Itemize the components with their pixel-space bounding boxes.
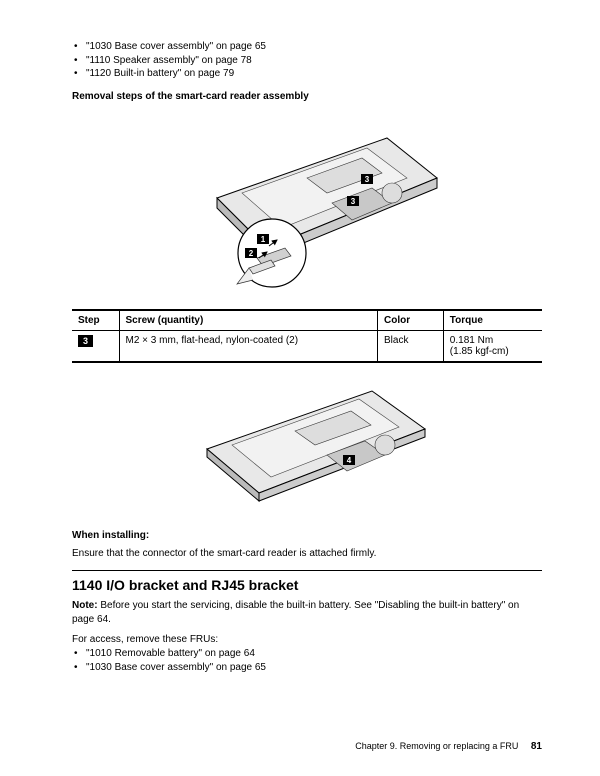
section-title-1140: 1140 I/O bracket and RJ45 bracket bbox=[72, 577, 542, 593]
th-color: Color bbox=[378, 310, 444, 331]
list-item: "1030 Base cover assembly" on page 65 bbox=[86, 661, 542, 675]
ref-text: "1030 Base cover assembly" on page 65 bbox=[86, 41, 266, 52]
ref-text: "1010 Removable battery" on page 64 bbox=[86, 648, 255, 659]
td-screw: M2 × 3 mm, flat-head, nylon-coated (2) bbox=[119, 330, 378, 362]
access-fru-list: "1010 Removable battery" on page 64 "103… bbox=[72, 647, 542, 674]
callout-4: 4 bbox=[347, 456, 352, 465]
laptop-chassis-illustration: 3 3 1 2 bbox=[157, 108, 457, 298]
list-item: "1120 Built-in battery" on page 79 bbox=[86, 67, 542, 81]
laptop-chassis-illustration-2: 4 bbox=[167, 371, 447, 511]
torque-sub: (1.85 kgf-cm) bbox=[450, 346, 536, 357]
access-intro: For access, remove these FRUs: bbox=[72, 634, 542, 645]
footer-page-number: 81 bbox=[531, 741, 542, 752]
th-screw: Screw (quantity) bbox=[119, 310, 378, 331]
section-divider bbox=[72, 570, 542, 571]
table-row: 3 M2 × 3 mm, flat-head, nylon-coated (2)… bbox=[72, 330, 542, 362]
callout-3a: 3 bbox=[365, 175, 370, 184]
removal-steps-heading: Removal steps of the smart-card reader a… bbox=[72, 91, 542, 102]
table-header-row: Step Screw (quantity) Color Torque bbox=[72, 310, 542, 331]
note-text: Before you start the servicing, disable … bbox=[72, 600, 519, 625]
td-color: Black bbox=[378, 330, 444, 362]
ref-text: "1120 Built-in battery" on page 79 bbox=[86, 68, 234, 79]
th-step: Step bbox=[72, 310, 119, 331]
footer-chapter: Chapter 9. Removing or replacing a FRU bbox=[355, 741, 518, 751]
page-footer: Chapter 9. Removing or replacing a FRU 8… bbox=[355, 741, 542, 752]
when-installing-heading: When installing: bbox=[72, 530, 542, 541]
ref-text: "1110 Speaker assembly" on page 78 bbox=[86, 55, 252, 66]
callout-1: 1 bbox=[261, 235, 266, 244]
callout-3b: 3 bbox=[351, 197, 356, 206]
screw-table: Step Screw (quantity) Color Torque 3 M2 … bbox=[72, 309, 542, 363]
when-installing-text: Ensure that the connector of the smart-c… bbox=[72, 547, 542, 561]
callout-2: 2 bbox=[249, 249, 254, 258]
note-paragraph: Note: Before you start the servicing, di… bbox=[72, 599, 542, 626]
th-torque: Torque bbox=[443, 310, 542, 331]
torque-main: 0.181 Nm bbox=[450, 335, 493, 346]
diagram-io-bracket: 4 bbox=[72, 371, 542, 514]
list-item: "1030 Base cover assembly" on page 65 bbox=[86, 40, 542, 54]
diagram-smart-card-reader: 3 3 1 2 bbox=[72, 108, 542, 301]
top-reference-list: "1030 Base cover assembly" on page 65 "1… bbox=[72, 40, 542, 81]
note-label: Note: bbox=[72, 600, 98, 611]
td-torque: 0.181 Nm (1.85 kgf-cm) bbox=[443, 330, 542, 362]
step-badge: 3 bbox=[78, 335, 93, 348]
list-item: "1110 Speaker assembly" on page 78 bbox=[86, 54, 542, 68]
list-item: "1010 Removable battery" on page 64 bbox=[86, 647, 542, 661]
ref-text: "1030 Base cover assembly" on page 65 bbox=[86, 662, 266, 673]
td-step: 3 bbox=[72, 330, 119, 362]
